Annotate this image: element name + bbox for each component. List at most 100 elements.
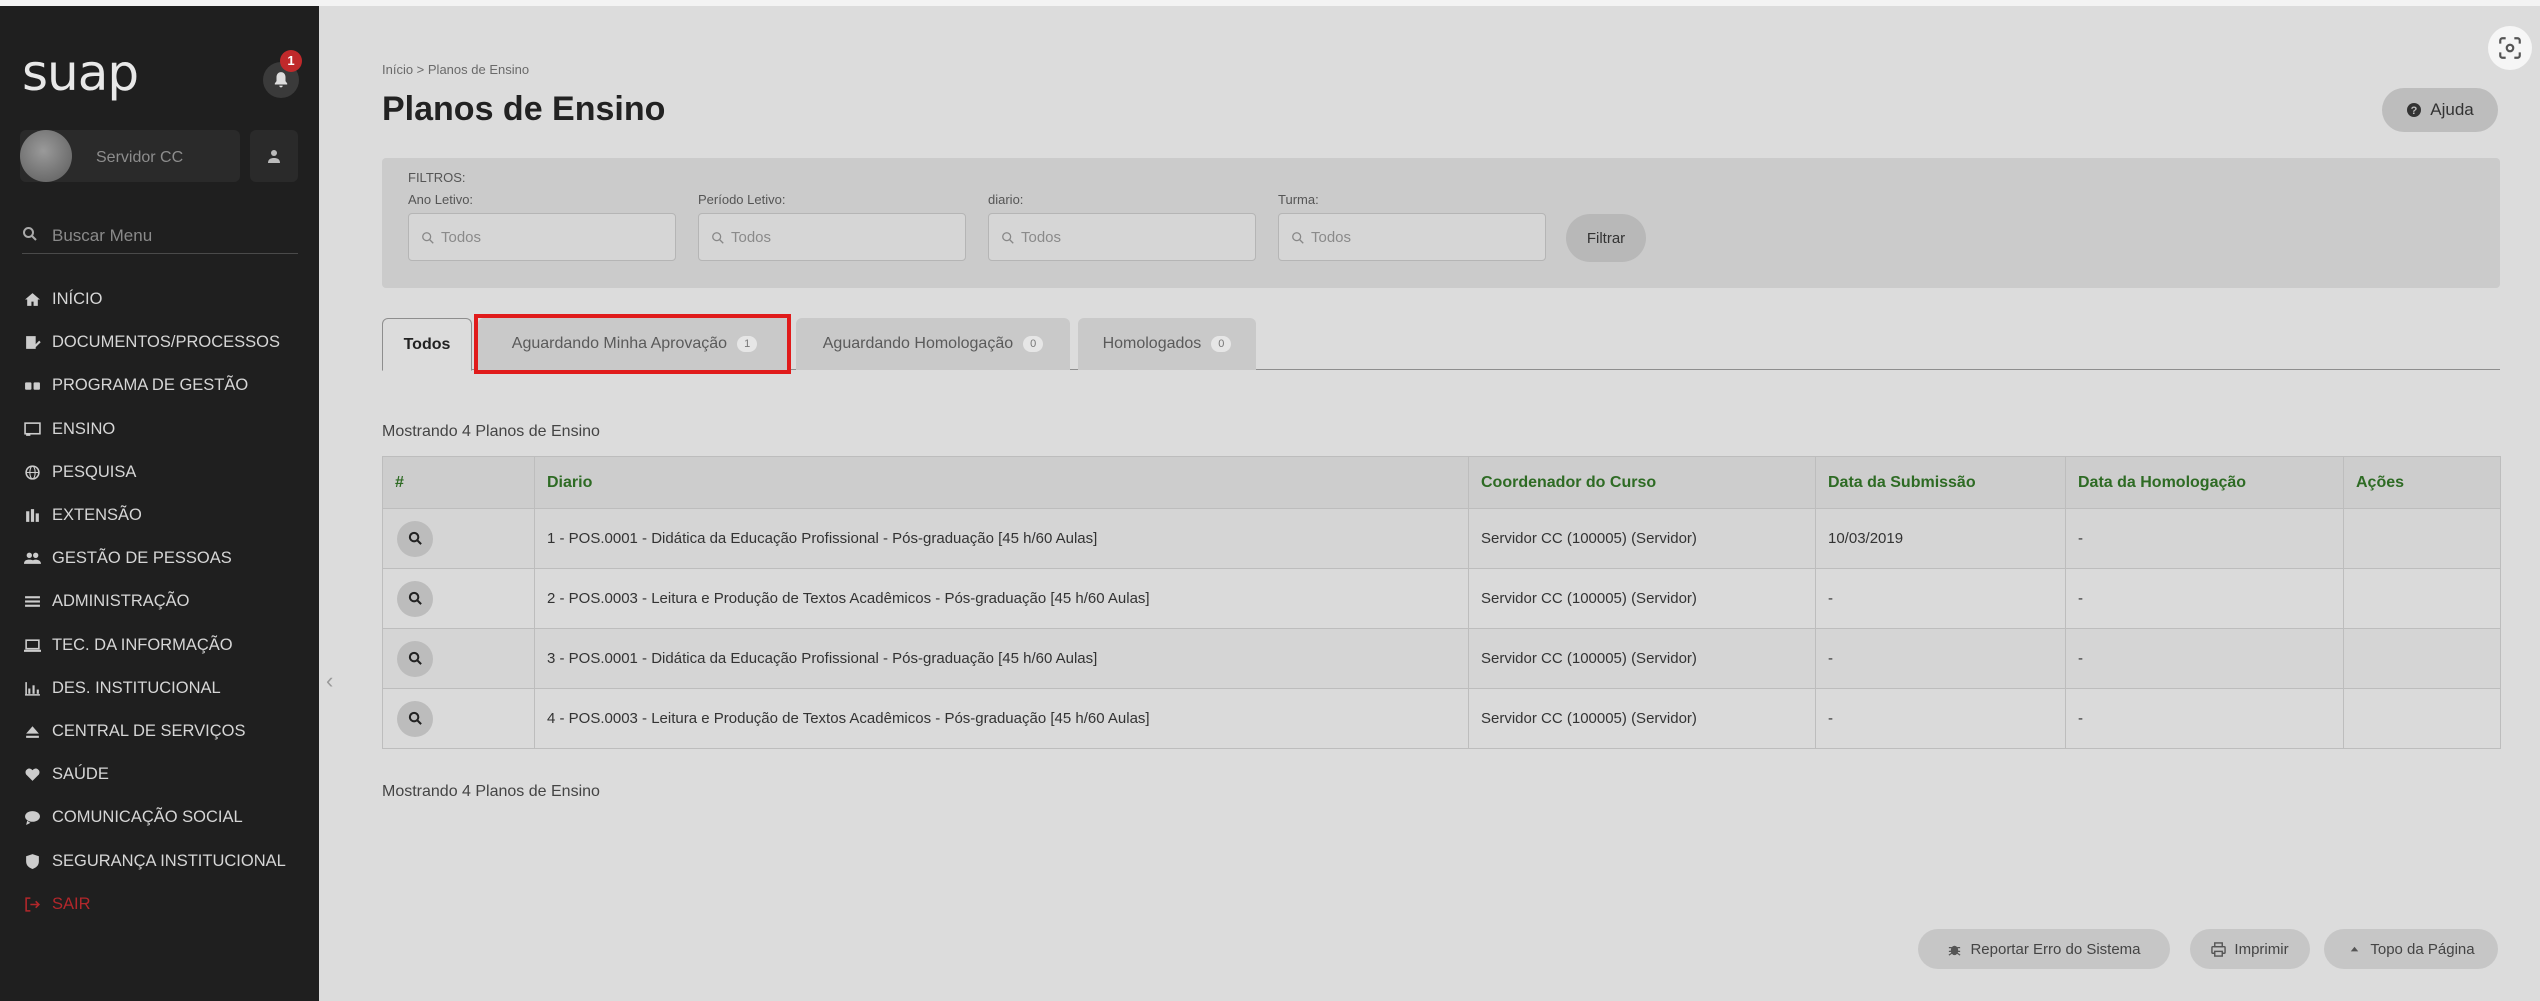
- tab-homologados[interactable]: Homologados 0: [1078, 318, 1256, 370]
- user-icon: [268, 150, 280, 163]
- sidebar-item-label: INÍCIO: [52, 290, 103, 309]
- report-error-button[interactable]: Reportar Erro do Sistema: [1918, 929, 2170, 969]
- back-to-top-button[interactable]: Topo da Página: [2324, 929, 2498, 969]
- cell-acoes: [2343, 568, 2501, 629]
- view-button[interactable]: [397, 640, 433, 677]
- sidebar-item-inicio[interactable]: INÍCIO: [22, 278, 286, 321]
- top-strip: [0, 0, 2540, 6]
- sidebar-item-central-servicos[interactable]: CENTRAL DE SERVIÇOS: [22, 710, 286, 753]
- col-header-number: #: [382, 456, 535, 509]
- menu-search-input[interactable]: Buscar Menu: [22, 220, 298, 254]
- ano-letivo-select[interactable]: Todos: [408, 213, 676, 261]
- tab-todos[interactable]: Todos: [382, 318, 472, 371]
- planos-table: # Diario Coordenador do Curso Data da Su…: [382, 456, 2501, 749]
- tab-label: Todos: [403, 335, 451, 353]
- cell-diario: 4 - POS.0003 - Leitura e Produção de Tex…: [534, 688, 1469, 749]
- sidebar-item-seguranca-institucional[interactable]: SEGURANÇA INSTITUCIONAL: [22, 839, 286, 882]
- help-button[interactable]: ? Ajuda: [2382, 88, 2498, 132]
- menu-search-placeholder: Buscar Menu: [52, 226, 153, 245]
- chalkboard-icon: [22, 420, 42, 438]
- filter-placeholder: Todos: [731, 229, 772, 246]
- cell-coordenador: Servidor CC (100005) (Servidor): [1468, 568, 1816, 629]
- caret-up-icon: [2351, 946, 2359, 951]
- shield-icon: [22, 852, 42, 870]
- search-icon: [408, 531, 422, 545]
- sidebar-menu: INÍCIO DOCUMENTOS/PROCESSOS PROGRAMA DE …: [22, 278, 286, 926]
- diario-select[interactable]: Todos: [988, 213, 1256, 261]
- chart-icon: [22, 679, 42, 697]
- periodo-letivo-select[interactable]: Todos: [698, 213, 966, 261]
- turma-select[interactable]: Todos: [1278, 213, 1546, 261]
- tab-count-badge: 0: [1023, 336, 1044, 352]
- sidebar-item-label: SEGURANÇA INSTITUCIONAL: [52, 851, 286, 870]
- comment-icon: [22, 809, 42, 827]
- svg-text:?: ?: [2411, 105, 2418, 117]
- view-button[interactable]: [397, 700, 433, 737]
- sidebar-item-extensao[interactable]: EXTENSÃO: [22, 494, 286, 537]
- sidebar-item-tec-informacao[interactable]: TEC. DA INFORMAÇÃO: [22, 624, 286, 667]
- filters-panel: FILTROS: Ano Letivo: Todos Período Letiv…: [382, 158, 2500, 288]
- filter-label: Período Letivo:: [698, 192, 786, 207]
- filter-submit-button[interactable]: Filtrar: [1566, 214, 1646, 262]
- help-label: Ajuda: [2430, 100, 2474, 119]
- view-button[interactable]: [397, 580, 433, 617]
- avatar[interactable]: [20, 130, 72, 182]
- cell-acoes: [2343, 688, 2501, 749]
- filter-turma: Turma: Todos: [1278, 192, 1546, 261]
- filter-label: Ano Letivo:: [408, 192, 474, 207]
- tab-count-badge: 0: [1211, 336, 1232, 352]
- sidebar-item-label: GESTÃO DE PESSOAS: [52, 549, 232, 568]
- col-header-diario[interactable]: Diario: [534, 456, 1469, 509]
- user-profile-button[interactable]: [250, 130, 298, 182]
- users-icon: [22, 550, 42, 568]
- table-row: 4 - POS.0003 - Leitura e Produção de Tex…: [382, 688, 2501, 749]
- filter-label: Turma:: [1278, 192, 1319, 207]
- sidebar-item-pesquisa[interactable]: PESQUISA: [22, 451, 286, 494]
- handshake-icon: [22, 377, 42, 395]
- col-header-data-homologacao[interactable]: Data da Homologação: [2065, 456, 2344, 509]
- row-actions-cell: [382, 568, 535, 629]
- sidebar-item-documentos[interactable]: DOCUMENTOS/PROCESSOS: [22, 321, 286, 364]
- filter-periodo-letivo: Período Letivo: Todos: [698, 192, 966, 261]
- view-button[interactable]: [397, 520, 433, 557]
- search-icon: [408, 711, 422, 725]
- sidebar-item-label: PESQUISA: [52, 462, 137, 481]
- sidebar-item-gestao-pessoas[interactable]: GESTÃO DE PESSOAS: [22, 537, 286, 580]
- sidebar-item-comunicacao-social[interactable]: COMUNICAÇÃO SOCIAL: [22, 796, 286, 839]
- search-icon: [422, 232, 434, 244]
- question-circle-icon: ?: [2407, 103, 2422, 117]
- cell-data-submissao: -: [1815, 628, 2066, 689]
- highlight-annotation-box: [474, 314, 791, 374]
- col-header-acoes: Ações: [2343, 456, 2501, 509]
- sidebar-item-saude[interactable]: SAÚDE: [22, 753, 286, 796]
- cell-acoes: [2343, 508, 2501, 569]
- cell-data-submissao: -: [1815, 688, 2066, 749]
- notification-badge: 1: [280, 50, 302, 72]
- sidebar-item-des-institucional[interactable]: DES. INSTITUCIONAL: [22, 667, 286, 710]
- sidebar-item-administracao[interactable]: ADMINISTRAÇÃO: [22, 580, 286, 623]
- sidebar-item-label: DES. INSTITUCIONAL: [52, 678, 221, 697]
- collapse-sidebar-chevron-icon[interactable]: ‹: [326, 668, 333, 694]
- sidebar-item-label: COMUNICAÇÃO SOCIAL: [52, 808, 243, 827]
- report-error-label: Reportar Erro do Sistema: [1970, 940, 2141, 958]
- print-button[interactable]: Imprimir: [2190, 929, 2310, 969]
- showing-count-top: Mostrando 4 Planos de Ensino: [382, 423, 600, 440]
- sidebar-item-programa-gestao[interactable]: PROGRAMA DE GESTÃO: [22, 364, 286, 407]
- sidebar-item-ensino[interactable]: ENSINO: [22, 408, 286, 451]
- table-header-row: # Diario Coordenador do Curso Data da Su…: [382, 456, 2501, 509]
- breadcrumb[interactable]: Início > Planos de Ensino: [382, 62, 529, 77]
- col-header-coordenador[interactable]: Coordenador do Curso: [1468, 456, 1816, 509]
- col-header-data-submissao[interactable]: Data da Submissão: [1815, 456, 2066, 509]
- screenshot-capture-icon[interactable]: [2488, 26, 2532, 70]
- sidebar-item-label: ADMINISTRAÇÃO: [52, 592, 190, 611]
- row-actions-cell: [382, 508, 535, 569]
- sidebar-item-label: ENSINO: [52, 419, 116, 438]
- sidebar: suap 1 Servidor CC Buscar Menu INÍCIO DO…: [0, 6, 319, 1001]
- user-name[interactable]: Servidor CC: [96, 149, 183, 167]
- row-actions-cell: [382, 628, 535, 689]
- tab-aguardando-homologacao[interactable]: Aguardando Homologação 0: [796, 318, 1070, 370]
- sidebar-item-sair[interactable]: SAIR: [22, 883, 286, 926]
- list-icon: [22, 593, 42, 611]
- sidebar-item-label: SAÚDE: [52, 765, 109, 784]
- app-logo[interactable]: suap: [22, 44, 139, 102]
